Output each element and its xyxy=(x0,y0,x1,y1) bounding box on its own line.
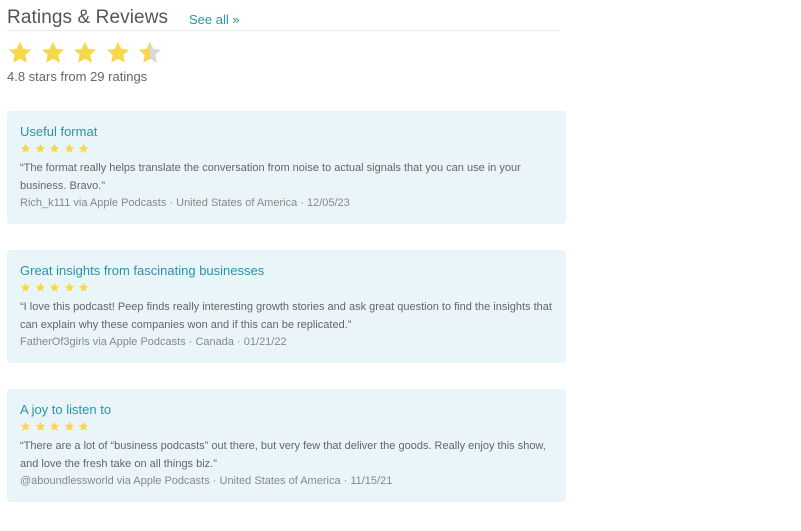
section-header: Ratings & Reviews See all » xyxy=(7,0,560,31)
star-icon xyxy=(20,141,31,153)
star-icon xyxy=(72,40,98,66)
review-title[interactable]: Useful format xyxy=(20,124,97,139)
star-icon xyxy=(49,141,60,153)
review-card: A joy to listen to “There are a lot of “… xyxy=(7,389,566,502)
star-icon xyxy=(78,280,89,292)
star-icon xyxy=(49,280,60,292)
star-icon xyxy=(7,40,33,66)
review-text: “There are a lot of “business podcasts” … xyxy=(20,440,546,470)
star-icon xyxy=(78,141,89,153)
star-icon xyxy=(40,40,66,66)
review-stars xyxy=(20,419,93,431)
star-icon xyxy=(20,419,31,431)
star-icon xyxy=(64,141,75,153)
review-text: “I love this podcast! Peep finds really … xyxy=(20,301,552,331)
overall-rating-stars xyxy=(7,40,170,68)
see-all-link[interactable]: See all » xyxy=(189,12,240,27)
star-icon xyxy=(78,419,89,431)
review-text: “The format really helps translate the c… xyxy=(20,162,521,192)
star-icon xyxy=(105,40,131,66)
star-icon xyxy=(137,40,163,66)
review-stars xyxy=(20,280,93,292)
star-icon xyxy=(20,280,31,292)
review-meta: FatherOf3girls via Apple Podcasts · Cana… xyxy=(20,336,287,348)
review-card: Great insights from fascinating business… xyxy=(7,250,566,363)
section-title: Ratings & Reviews xyxy=(7,7,169,28)
review-title[interactable]: A joy to listen to xyxy=(20,402,111,417)
ratings-reviews-section: Ratings & Reviews See all » 4.8 stars fr… xyxy=(7,0,566,502)
review-card: Useful format “The format really helps t… xyxy=(7,111,566,224)
star-icon xyxy=(64,419,75,431)
star-icon xyxy=(35,280,46,292)
star-icon xyxy=(35,419,46,431)
star-icon xyxy=(35,141,46,153)
star-icon xyxy=(49,419,60,431)
rating-summary: 4.8 stars from 29 ratings xyxy=(7,69,148,84)
star-icon xyxy=(64,280,75,292)
review-stars xyxy=(20,141,93,153)
review-meta: Rich_k111 via Apple Podcasts · United St… xyxy=(20,197,350,209)
review-meta: @aboundlessworld via Apple Podcasts · Un… xyxy=(20,475,393,487)
review-title[interactable]: Great insights from fascinating business… xyxy=(20,263,264,278)
